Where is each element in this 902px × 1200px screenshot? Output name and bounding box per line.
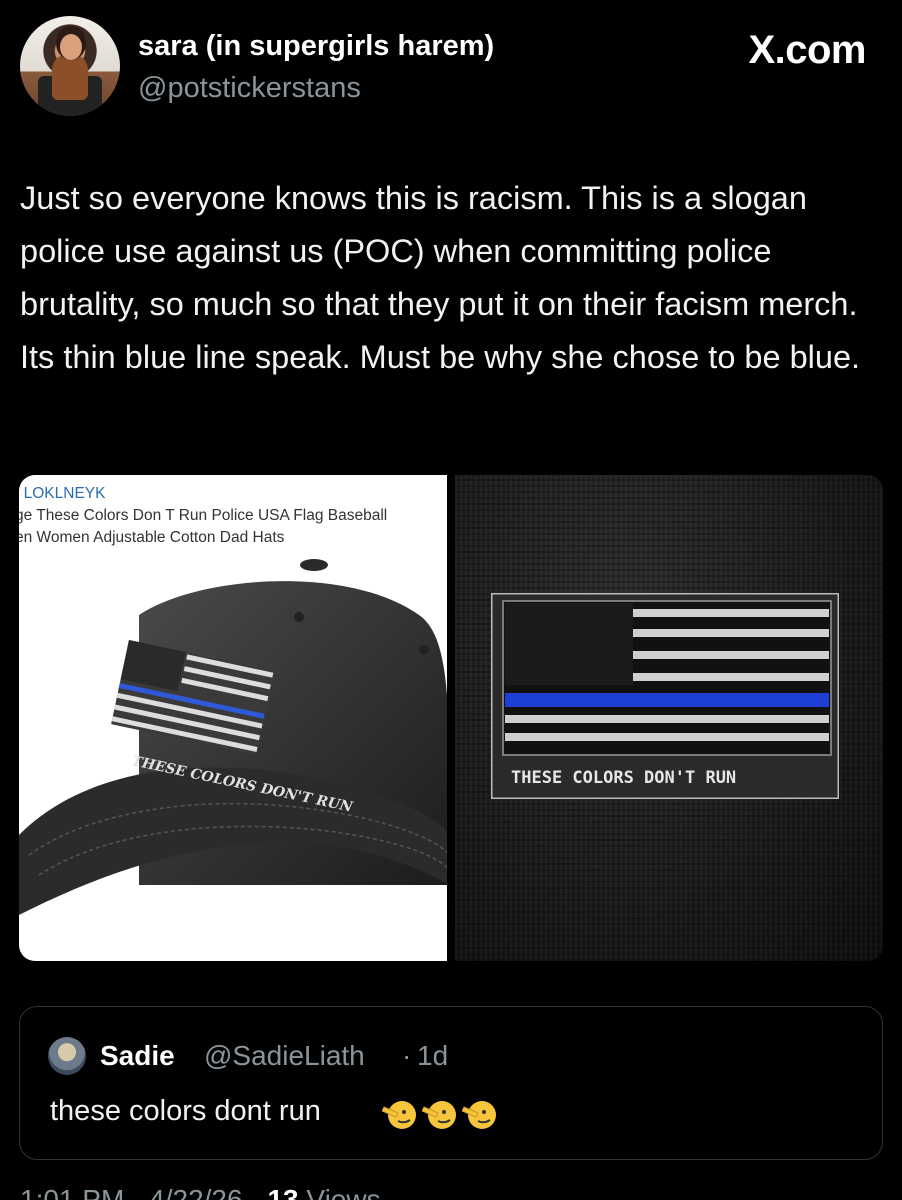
tweet-text: Just so everyone knows this is racism. T… [20,180,861,375]
product-listing-text: : LOKLNEYK ge These Colors Don T Run Pol… [19,483,447,549]
quoted-author-avatar[interactable] [48,1037,86,1075]
listing-title-line-2: en Women Adjustable Cotton Dad Hats [19,529,285,546]
baseball-cap-image: THESE COLORS DON'T RUN [19,559,447,915]
views-count: 13 [267,1184,299,1200]
avatar-person-shape [52,54,88,100]
quoted-tweet-card[interactable]: Sadie @SadieLiath · 1d these colors dont… [19,1006,883,1160]
views-label: Views [298,1184,381,1200]
saluting-face-emoji [461,1095,498,1131]
listing-brand: : LOKLNEYK [19,485,106,502]
quoted-tweet-emoji-group [381,1095,498,1131]
quoted-author-name[interactable]: Sadie [100,1040,175,1072]
saluting-face-emoji [381,1095,418,1131]
media-image-patch[interactable]: THESE COLORS DON'T RUN [455,475,883,961]
saluting-face-emoji [421,1095,458,1131]
flag-patch-image: THESE COLORS DON'T RUN [491,593,839,799]
listing-title-line-1: ge These Colors Don T Run Police USA Fla… [19,507,388,524]
quoted-meta-separator: · [402,1040,412,1071]
quoted-author-handle[interactable]: @SadieLiath [204,1040,365,1072]
avatar-head-shape [60,34,82,60]
author-handle[interactable]: @potstickerstans [138,72,361,105]
svg-text:THESE COLORS DON'T RUN: THESE COLORS DON'T RUN [511,768,736,788]
quoted-tweet-time[interactable]: 1d [417,1040,448,1072]
tweet-timestamp-views: 1:01 PM · 4/22/26 · 13 Views [20,1184,381,1200]
x-logo: X.com [748,28,866,72]
tweet-timestamp[interactable]: 1:01 PM · 4/22/26 · [20,1184,267,1200]
author-avatar[interactable] [20,16,120,116]
quoted-tweet-text: these colors dont run [50,1095,321,1127]
author-display-name[interactable]: sara (in supergirls harem) [138,30,494,63]
tweet-media[interactable]: : LOKLNEYK ge These Colors Don T Run Pol… [19,475,883,961]
tweet-header: sara (in supergirls harem) @potstickerst… [20,16,882,126]
media-image-cap-listing[interactable]: : LOKLNEYK ge These Colors Don T Run Pol… [19,475,447,961]
